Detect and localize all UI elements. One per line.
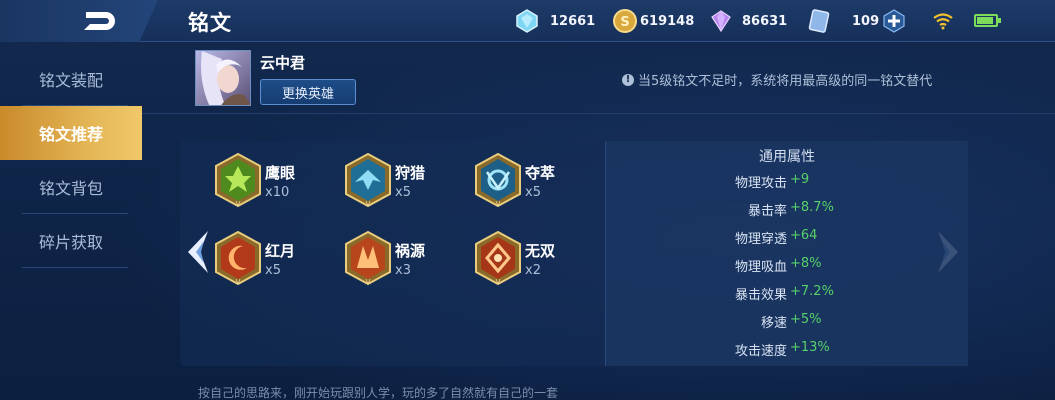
rune-item[interactable]: V 狩猎 x5 — [343, 152, 483, 208]
rune-count: x5 — [525, 185, 541, 200]
rune-count: x5 — [265, 263, 281, 278]
svg-text:V: V — [366, 200, 371, 208]
svg-text:V: V — [496, 200, 501, 208]
attribute-title: 通用属性 — [759, 149, 815, 165]
sidebar-item-label: 碎片获取 — [38, 233, 103, 252]
resource-crystal: 86631 — [708, 8, 787, 34]
svg-text:V: V — [496, 278, 501, 286]
attribute-key: 攻击速度 — [734, 344, 787, 359]
attribute-value: +64 — [790, 228, 818, 243]
rune-name: 祸源 — [395, 242, 426, 260]
rune-item[interactable]: V 夺萃 x5 — [473, 152, 613, 208]
page-title: 铭文 — [188, 11, 232, 35]
resource-ticket: 109 — [806, 8, 879, 34]
attribute-row: 攻击速度 +13% — [606, 340, 969, 360]
sidebar: 铭文装配 铭文推荐 铭文背包 碎片获取 — [0, 52, 142, 268]
rune-count: x5 — [395, 185, 411, 200]
attribute-row: 暴击率 +8.7% — [606, 200, 969, 220]
svg-text:S: S — [620, 15, 629, 30]
back-area — [0, 0, 158, 42]
wifi-icon — [933, 13, 953, 30]
rune-count: x3 — [395, 263, 411, 278]
sidebar-item-label: 铭文装配 — [38, 71, 103, 90]
calamity-rune-icon: V — [345, 230, 391, 286]
rune-count: x2 — [525, 263, 541, 278]
purple-crystal-icon — [711, 10, 731, 33]
change-hero-button[interactable]: 更换英雄 — [260, 79, 356, 105]
rune-name: 鹰眼 — [265, 164, 296, 182]
svg-text:V: V — [236, 200, 241, 208]
attribute-row: 移速 +5% — [606, 312, 969, 332]
svg-text:V: V — [366, 278, 371, 286]
attribute-key: 暴击率 — [747, 204, 787, 219]
attribute-key: 物理穿透 — [734, 232, 787, 247]
sidebar-item-rune-equip[interactable]: 铭文装配 — [0, 52, 142, 106]
hero-name: 云中君 — [260, 54, 306, 72]
info-icon: ! — [622, 73, 634, 86]
unrivaled-rune-icon: V — [475, 230, 521, 286]
svg-text:V: V — [236, 278, 241, 286]
attribute-value: +5% — [790, 312, 822, 327]
battery-icon — [974, 14, 1001, 27]
attribute-key: 物理吸血 — [734, 260, 787, 275]
top-bar: 铭文 12661 S 619148 86631 109 — [0, 0, 1055, 42]
hunt-rune-icon: V — [345, 152, 391, 208]
diamond-icon — [516, 9, 538, 33]
hero-avatar — [195, 50, 251, 106]
attribute-row: 暴击效果 +7.2% — [606, 284, 969, 304]
rune-name: 狩猎 — [395, 164, 426, 182]
attribute-key: 暴击效果 — [734, 288, 787, 303]
plunder-rune-icon: V — [475, 152, 521, 208]
attribute-row: 物理吸血 +8% — [606, 256, 969, 276]
crystal-count: 86631 — [742, 13, 788, 29]
sidebar-item-fragment[interactable]: 碎片获取 — [0, 214, 142, 268]
rune-name: 无双 — [525, 242, 556, 260]
attribute-value: +8% — [790, 256, 822, 271]
sidebar-item-label: 铭文推荐 — [38, 125, 103, 144]
notice-text: 当5级铭文不足时，系统将用最高级的同一铭文替代 — [638, 74, 933, 89]
gold-coin-icon: S — [613, 9, 637, 33]
plus-icon[interactable] — [882, 9, 906, 33]
attribute-row: 物理穿透 +64 — [606, 228, 969, 248]
ticket-card-icon — [808, 9, 830, 33]
rune-name: 夺萃 — [525, 164, 556, 182]
tip-text: 按自己的思路来，刚开始玩跟别人学，玩的多了自然就有自己的一套 — [198, 386, 559, 400]
prev-arrow-icon[interactable] — [184, 229, 212, 275]
rune-item[interactable]: V 祸源 x3 — [343, 230, 483, 286]
attribute-value: +9 — [790, 172, 810, 187]
resource-gold: S 619148 — [612, 8, 694, 34]
sidebar-item-rune-bag[interactable]: 铭文背包 — [0, 160, 142, 214]
rune-item[interactable]: V 鹰眼 x10 — [213, 152, 353, 208]
attribute-value: +7.2% — [790, 284, 834, 299]
red-moon-rune-icon: V — [215, 230, 261, 286]
divider — [142, 113, 1055, 114]
sidebar-item-label: 铭文背包 — [38, 179, 103, 198]
rune-count: x10 — [265, 185, 290, 200]
rune-item[interactable]: V 红月 x5 — [213, 230, 353, 286]
rune-name: 红月 — [265, 242, 296, 260]
attribute-value: +8.7% — [790, 200, 834, 215]
attribute-key: 物理攻击 — [734, 176, 787, 191]
attribute-panel: 通用属性 物理攻击 +9 暴击率 +8.7% 物理穿透 +64 物理吸血 +8%… — [605, 141, 968, 366]
attribute-row: 物理攻击 +9 — [606, 172, 969, 192]
notice: ! 当5级铭文不足时，系统将用最高级的同一铭文替代 — [622, 70, 932, 89]
sidebar-item-rune-recommend[interactable]: 铭文推荐 — [0, 106, 142, 160]
rune-item[interactable]: V 无双 x2 — [473, 230, 613, 286]
gold-count: 619148 — [640, 13, 695, 29]
attribute-value: +13% — [790, 340, 830, 355]
diamond-count: 12661 — [550, 13, 596, 29]
eagle-eye-rune-icon: V — [215, 152, 261, 208]
resource-diamond: 12661 — [514, 8, 595, 34]
attribute-key: 移速 — [760, 316, 787, 331]
ticket-count: 109 — [852, 13, 880, 29]
back-icon[interactable] — [80, 8, 122, 34]
